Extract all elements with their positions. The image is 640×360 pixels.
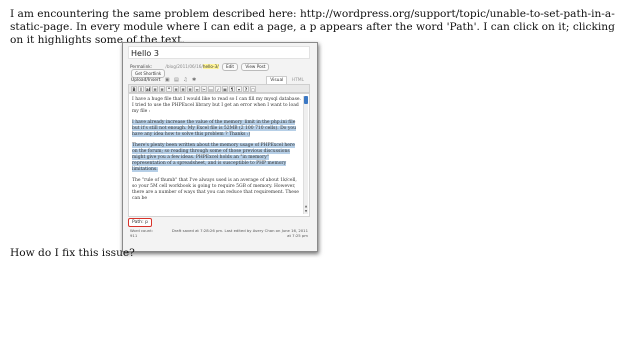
unlink-button[interactable]: ✂ (201, 85, 207, 92)
editor-status-bar: Word count: 911 Draft saved at 7:28:26 p… (128, 227, 310, 249)
permalink-url: /blog/2011/06/16/ (165, 64, 203, 69)
italic-button[interactable]: I (138, 85, 144, 92)
editor-paragraph: The "rule of thumb" that I've always use… (132, 178, 299, 201)
wordpress-editor-screenshot: Hello 3 Permalink: /blog/2011/06/16/hell… (122, 42, 318, 252)
insert-more-button[interactable]: ▭ (208, 85, 214, 92)
selected-text: There's plenty been written about the me… (132, 143, 295, 172)
dropdown-icon[interactable]: ▾ (236, 85, 242, 92)
fullscreen-button[interactable]: ▦ (222, 85, 228, 92)
editor-paragraph: I have a huge file that I would like to … (132, 97, 301, 114)
path-p-element[interactable]: Path: p (128, 218, 153, 227)
add-audio-icon[interactable]: ♫ (183, 76, 187, 84)
add-video-icon[interactable]: ▤ (174, 76, 179, 84)
editor-paragraph-selected: I have already increase the value of the… (132, 120, 301, 138)
bullet-list-button[interactable]: ≡ (152, 85, 158, 92)
strikethrough-button[interactable]: abc (145, 85, 151, 92)
add-image-icon[interactable]: ▣ (165, 76, 170, 84)
permalink-edit-button[interactable]: Edit (221, 63, 239, 71)
paragraph-icon[interactable]: ¶ (229, 85, 235, 92)
post-title-field[interactable]: Hello 3 (128, 46, 310, 59)
spellcheck-button[interactable]: ✓ (215, 85, 221, 92)
followup-question: How do I fix this issue? (10, 247, 135, 259)
align-right-button[interactable]: ≡ (187, 85, 193, 92)
question-text: I am encountering the same problem descr… (10, 8, 615, 46)
scroll-down-icon[interactable]: ▼ (304, 209, 308, 213)
align-center-button[interactable]: ≡ (180, 85, 186, 92)
blockquote-button[interactable]: “ (166, 85, 172, 92)
scroll-up-icon[interactable]: ▲ (304, 204, 308, 208)
view-post-button[interactable]: View Post (241, 63, 270, 71)
align-left-button[interactable]: ≡ (173, 85, 179, 92)
permalink-slug[interactable]: hello-3/ (202, 64, 219, 69)
word-count: Word count: 911 (130, 228, 153, 238)
bold-button[interactable]: B (131, 85, 137, 92)
scrollbar-thumb[interactable] (304, 96, 308, 104)
upload-insert-bar: Upload/Insert ▣ ▤ ♫ ✱ (131, 76, 196, 84)
help-button[interactable]: ? (243, 85, 249, 92)
editor-mode-tabs: Visual HTML (266, 76, 307, 85)
selected-text: I have already increase the value of the… (132, 120, 296, 137)
upload-insert-label: Upload/Insert (131, 78, 161, 83)
editor-scrollbar[interactable]: ▲ ▼ (303, 96, 308, 214)
numbered-list-button[interactable]: ≡ (159, 85, 165, 92)
add-media-icon[interactable]: ✱ (192, 76, 196, 84)
insert-link-button[interactable]: ∞ (194, 85, 200, 92)
draft-saved-status: Draft saved at 7:28:26 pm. Last edited b… (171, 228, 308, 238)
editor-path-bar: Path: p (128, 218, 310, 227)
editor-paragraph-selected: There's plenty been written about the me… (132, 143, 301, 173)
editor-content-area[interactable]: I have a huge file that I would like to … (128, 93, 310, 217)
kitchen-sink-button[interactable]: ▢ (250, 85, 256, 92)
editor-toolbar: B I abc ≡ ≡ “ ≡ ≡ ≡ ∞ ✂ ▭ ✓ ▦ ¶ ▾ ? ▢ (128, 84, 310, 93)
